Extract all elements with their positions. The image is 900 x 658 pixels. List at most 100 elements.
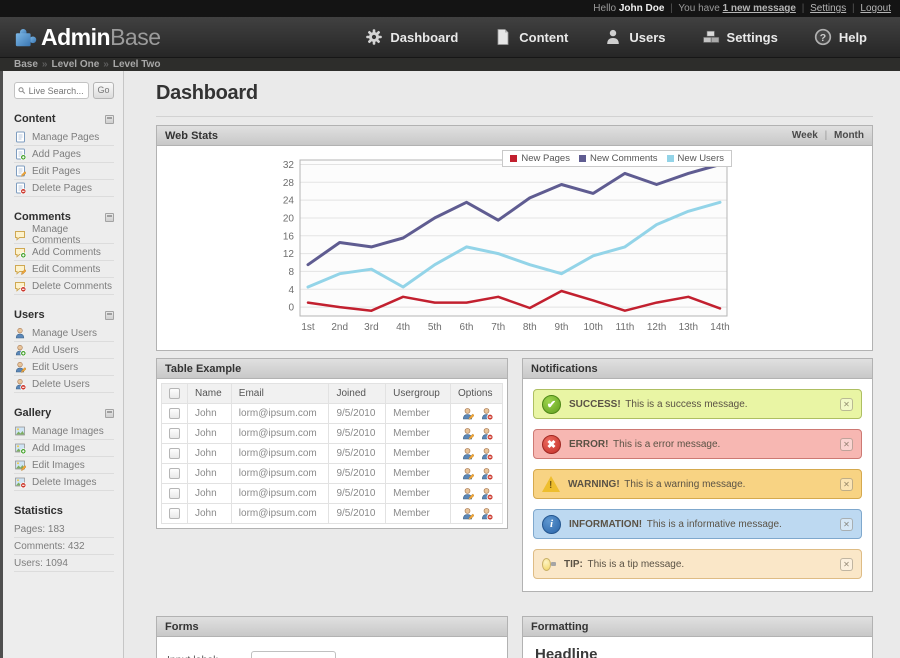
stat-comments: Comments: 432 <box>14 538 114 555</box>
user-edit-icon[interactable] <box>461 407 474 420</box>
nav-item-content[interactable]: Content <box>481 22 581 52</box>
separator: | <box>802 3 805 14</box>
cell-usergroup: Member <box>386 424 451 444</box>
live-search-input[interactable] <box>29 86 85 96</box>
row-checkbox[interactable] <box>169 508 180 519</box>
user-delete-icon[interactable] <box>480 407 493 420</box>
select-all-checkbox[interactable] <box>169 388 180 399</box>
close-icon[interactable]: ✕ <box>840 518 853 531</box>
sidebar-item-edit-images[interactable]: Edit Images <box>14 457 114 474</box>
user-delete-icon[interactable] <box>480 467 493 480</box>
cell-name: John <box>188 444 232 464</box>
help-icon: ? <box>814 28 832 46</box>
collapse-icon[interactable] <box>105 311 114 320</box>
user-delete-icon[interactable] <box>480 427 493 440</box>
info-icon: i <box>542 515 561 534</box>
cell-usergroup: Member <box>386 504 451 524</box>
collapse-icon[interactable] <box>105 115 114 124</box>
user-delete-icon[interactable] <box>480 507 493 520</box>
range-switch: Week | Month <box>792 130 864 141</box>
close-icon[interactable]: ✕ <box>840 438 853 451</box>
new-message-link[interactable]: 1 new message <box>723 3 796 14</box>
sidebar-item-add-comments[interactable]: Add Comments <box>14 244 114 261</box>
row-checkbox[interactable] <box>169 428 180 439</box>
sidebar-item-manage-pages[interactable]: Manage Pages <box>14 129 114 146</box>
table-row: Johnlorm@ipsum.com9/5/2010Member <box>162 444 503 464</box>
sidebar-item-manage-comments[interactable]: Manage Comments <box>14 227 114 244</box>
legend-item: New Pages <box>510 153 570 164</box>
sidebar-item-delete-comments[interactable]: Delete Comments <box>14 278 114 295</box>
breadcrumb-base[interactable]: Base <box>14 59 38 70</box>
row-checkbox[interactable] <box>169 468 180 479</box>
section-title-gallery[interactable]: Gallery <box>14 407 114 419</box>
close-icon[interactable]: ✕ <box>840 398 853 411</box>
table-row: Johnlorm@ipsum.com9/5/2010Member <box>162 464 503 484</box>
image-add-icon <box>14 442 26 454</box>
close-icon[interactable]: ✕ <box>840 478 853 491</box>
sidebar-item-label: Delete Pages <box>32 183 92 194</box>
sidebar-item-manage-images[interactable]: Manage Images <box>14 423 114 440</box>
sidebar-item-edit-comments[interactable]: Edit Comments <box>14 261 114 278</box>
nav-label: Content <box>519 30 568 45</box>
search-go-button[interactable]: Go <box>93 82 114 99</box>
row-checkbox[interactable] <box>169 488 180 499</box>
svg-text:16: 16 <box>283 231 295 242</box>
nav-item-users[interactable]: Users <box>591 22 678 52</box>
user-edit-icon[interactable] <box>461 487 474 500</box>
month-link[interactable]: Month <box>834 130 864 141</box>
user-delete-icon[interactable] <box>480 487 493 500</box>
image-edit-icon <box>14 459 26 471</box>
cell-joined: 9/5/2010 <box>329 424 386 444</box>
user-edit-icon[interactable] <box>461 507 474 520</box>
sidebar-item-delete-images[interactable]: Delete Images <box>14 474 114 491</box>
user-delete-icon[interactable] <box>480 447 493 460</box>
page-icon <box>14 131 26 143</box>
cell-email: lorm@ipsum.com <box>231 504 329 524</box>
message-prefix: You have <box>678 3 719 14</box>
row-checkbox[interactable] <box>169 448 180 459</box>
alert-info: iINFORMATION! This is a informative mess… <box>533 509 862 539</box>
section-title-users[interactable]: Users <box>14 309 114 321</box>
column-header-usergroup: Usergroup <box>386 384 451 404</box>
breadcrumb-level-two[interactable]: Level Two <box>113 59 161 70</box>
breadcrumb-level-one[interactable]: Level One <box>51 59 99 70</box>
sidebar-section-gallery: Gallery Manage ImagesAdd ImagesEdit Image… <box>14 407 114 491</box>
user-edit-icon[interactable] <box>461 467 474 480</box>
cell-usergroup: Member <box>386 404 451 424</box>
formatting-title: Formatting <box>531 621 588 633</box>
sidebar-item-edit-users[interactable]: Edit Users <box>14 359 114 376</box>
alert-success: ✔SUCCESS! This is a success message.✕ <box>533 389 862 419</box>
nav-item-help[interactable]: ?Help <box>801 22 880 52</box>
section-title-content[interactable]: Content <box>14 113 114 125</box>
close-icon[interactable]: ✕ <box>840 558 853 571</box>
settings-link[interactable]: Settings <box>810 3 846 14</box>
comment-edit-icon <box>14 263 26 275</box>
logout-link[interactable]: Logout <box>860 3 891 14</box>
row-checkbox[interactable] <box>169 408 180 419</box>
cell-name: John <box>188 424 232 444</box>
sidebar-item-manage-users[interactable]: Manage Users <box>14 325 114 342</box>
collapse-icon[interactable] <box>105 213 114 222</box>
sidebar-item-add-users[interactable]: Add Users <box>14 342 114 359</box>
sidebar-item-add-pages[interactable]: Add Pages <box>14 146 114 163</box>
nav-item-settings[interactable]: Settings <box>689 22 791 52</box>
form-text-input[interactable] <box>251 651 336 658</box>
svg-text:1st: 1st <box>301 322 315 333</box>
section-label: Comments <box>14 211 71 223</box>
sidebar-item-edit-pages[interactable]: Edit Pages <box>14 163 114 180</box>
nav-item-dashboard[interactable]: Dashboard <box>352 22 471 52</box>
cell-name: John <box>188 504 232 524</box>
stat-users: Users: 1094 <box>14 555 114 572</box>
user-edit-icon[interactable] <box>461 447 474 460</box>
sidebar-item-delete-pages[interactable]: Delete Pages <box>14 180 114 197</box>
week-link[interactable]: Week <box>792 130 818 141</box>
success-check-icon: ✔ <box>542 395 561 414</box>
cell-email: lorm@ipsum.com <box>231 464 329 484</box>
sidebar-item-delete-users[interactable]: Delete Users <box>14 376 114 393</box>
user-edit-icon[interactable] <box>461 427 474 440</box>
section-title-comments[interactable]: Comments <box>14 211 114 223</box>
sidebar-item-add-images[interactable]: Add Images <box>14 440 114 457</box>
section-label: Users <box>14 309 45 321</box>
sidebar-item-label: Edit Users <box>32 362 78 373</box>
collapse-icon[interactable] <box>105 409 114 418</box>
